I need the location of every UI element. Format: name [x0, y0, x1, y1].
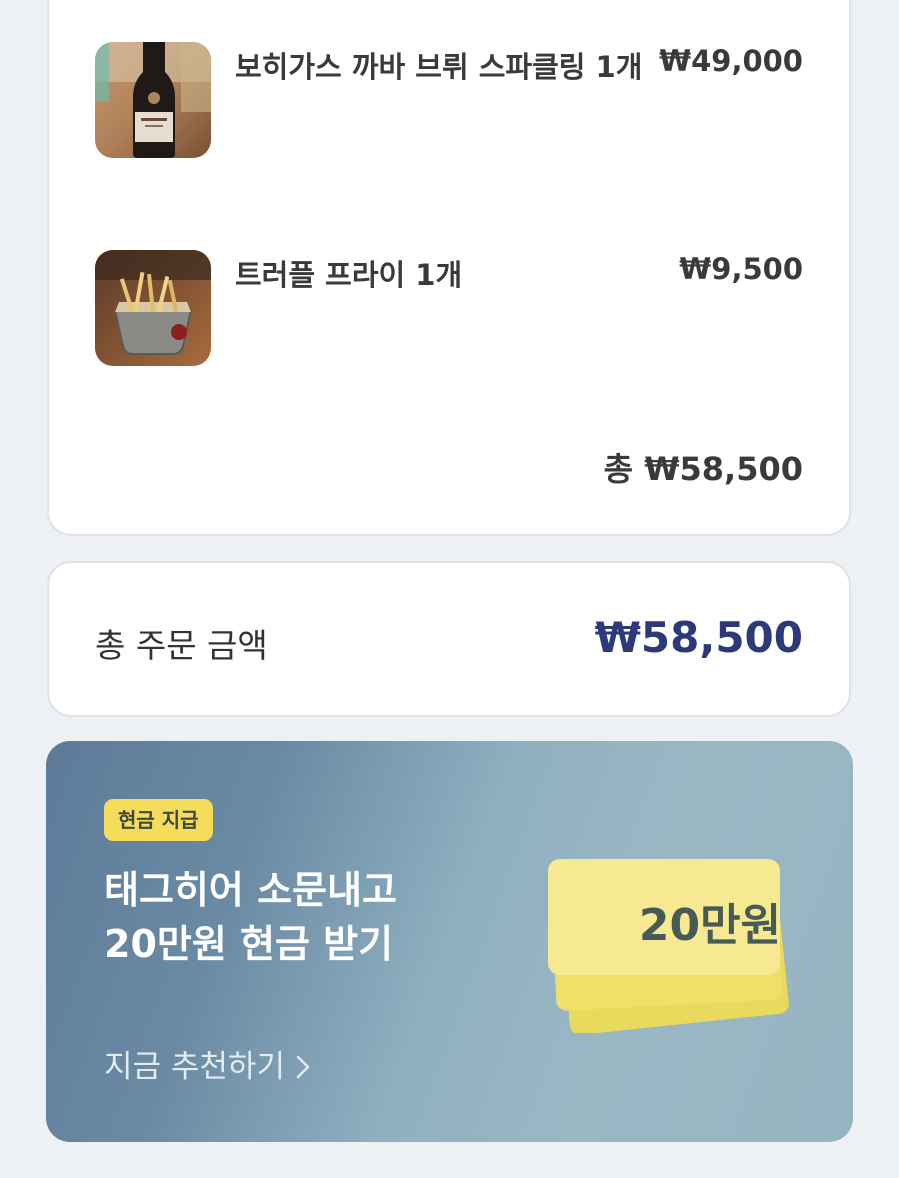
order-item[interactable]: 트러플 프라이 1개 ₩9,500	[95, 250, 803, 368]
referral-promo-banner[interactable]: 현금 지급 태그히어 소문내고 20만원 현금 받기 지금 추천하기 20만원	[46, 741, 853, 1142]
order-item[interactable]: 보히가스 까바 브뤼 스파클링 1개 ₩49,000	[95, 42, 803, 160]
recommend-now-link[interactable]: 지금 추천하기	[104, 1041, 311, 1086]
items-subtotal: 총 ₩58,500	[603, 450, 803, 488]
cash-reward-badge: 현금 지급	[104, 799, 213, 841]
promo-title-line: 20만원 현금 받기	[104, 922, 394, 966]
recommend-now-label: 지금 추천하기	[104, 1049, 285, 1085]
promo-title-line: 태그히어 소문내고	[104, 868, 397, 912]
chevron-right-icon	[295, 1049, 311, 1085]
item-price: ₩49,000	[659, 44, 803, 78]
item-price: ₩9,500	[679, 252, 803, 286]
order-total-label: 총 주문 금액	[95, 626, 268, 665]
order-items-card: 보히가스 까바 브뤼 스파클링 1개 ₩49,000 트러플 프라이 1개 ₩9…	[47, 0, 851, 536]
order-total-card: 총 주문 금액 ₩58,500	[47, 561, 851, 717]
order-total-amount: ₩58,500	[594, 613, 803, 662]
item-thumbnail	[95, 42, 211, 158]
item-thumbnail	[95, 250, 211, 366]
item-name: 트러플 프라이 1개	[235, 258, 463, 292]
promo-title: 태그히어 소문내고 20만원 현금 받기	[104, 863, 397, 971]
item-name: 보히가스 까바 브뤼 스파클링 1개	[235, 50, 643, 84]
truffle-fries-image	[95, 250, 211, 366]
ticket-amount: 20만원	[638, 900, 782, 951]
wine-bottle-image	[95, 42, 211, 158]
